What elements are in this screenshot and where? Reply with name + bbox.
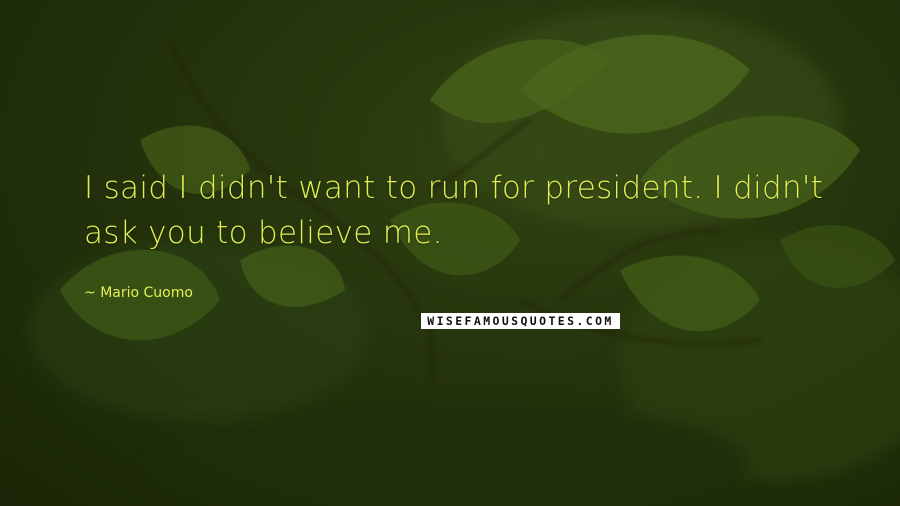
quote-text: I said I didn't want to run for presiden… <box>84 170 824 251</box>
watermark-logo: WISEFAMOUSQUOTES.COM <box>421 313 620 329</box>
quote-image: I said I didn't want to run for presiden… <box>0 0 900 506</box>
quote-author: ~ Mario Cuomo <box>84 285 193 301</box>
author-name: Mario Cuomo <box>100 285 193 301</box>
